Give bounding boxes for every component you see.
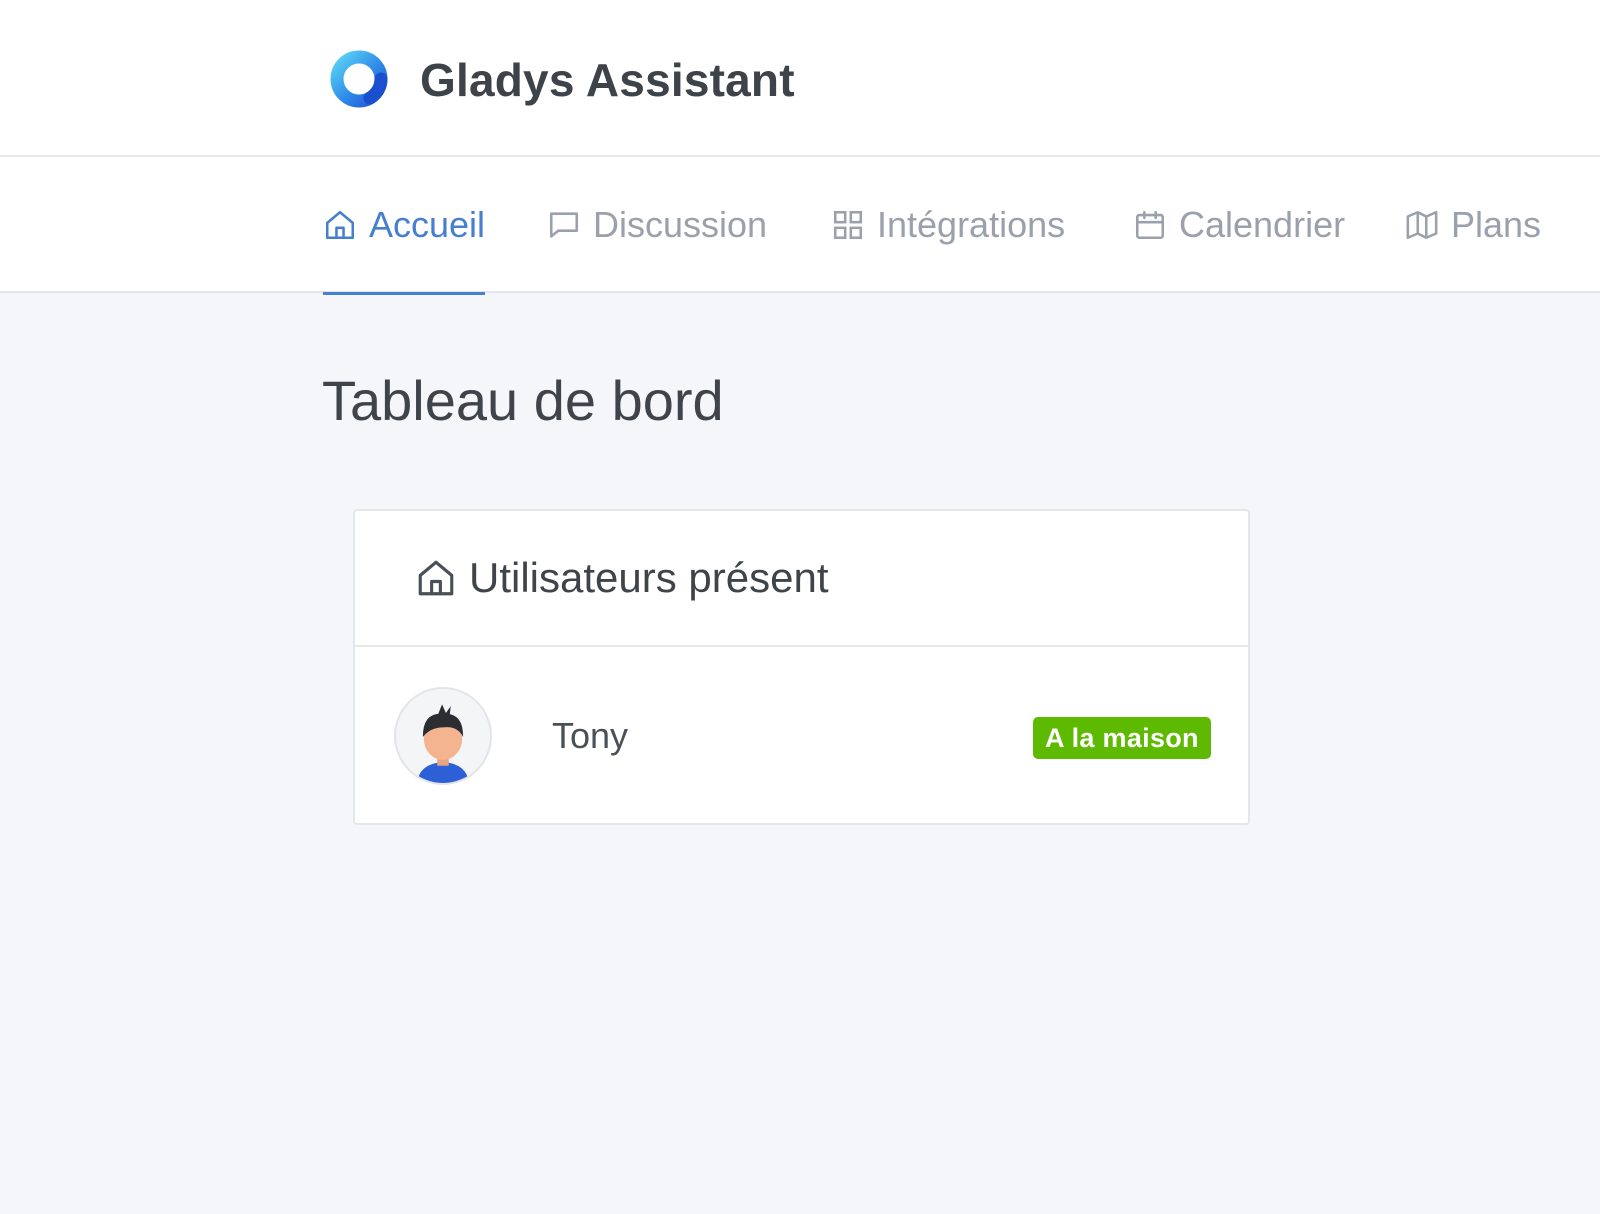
card-header: Utilisateurs présent (355, 511, 1248, 647)
user-name: Tony (552, 715, 629, 756)
home-icon (325, 210, 355, 240)
presence-card: Utilisateurs présent Tony A la maison (353, 509, 1250, 825)
top-header: Gladys Assistant (0, 0, 1600, 157)
calendar-icon (1135, 210, 1165, 240)
tab-label: Accueil (369, 204, 486, 245)
tab-label: Plans (1451, 204, 1542, 245)
tab-label: Calendrier (1179, 204, 1346, 245)
user-avatar (394, 687, 492, 785)
brand-link[interactable]: Gladys Assistant (326, 48, 795, 112)
chat-icon (549, 212, 579, 238)
tab-plans[interactable]: Plans (1405, 157, 1541, 293)
tab-calendrier[interactable]: Calendrier (1133, 157, 1345, 293)
tab-integrations[interactable]: Intégrations (831, 157, 1065, 293)
tab-label: Discussion (593, 204, 768, 245)
brand-name: Gladys Assistant (420, 54, 795, 106)
tab-accueil[interactable]: Accueil (323, 157, 486, 295)
page-title: Tableau de bord (322, 369, 724, 432)
tab-label: Intégrations (877, 204, 1066, 245)
home-icon (418, 560, 454, 596)
status-badge: A la maison (1033, 717, 1211, 759)
main-nav: Accueil Discussion Intégrations Calendri… (0, 157, 1600, 295)
user-avatar-icon (396, 689, 490, 783)
tab-discussion[interactable]: Discussion (547, 157, 767, 293)
user-row: Tony A la maison (355, 647, 1248, 823)
grid-icon (833, 210, 863, 240)
gladys-logo-icon (330, 50, 388, 108)
map-icon (1406, 210, 1438, 240)
card-title: Utilisateurs présent (469, 554, 829, 601)
